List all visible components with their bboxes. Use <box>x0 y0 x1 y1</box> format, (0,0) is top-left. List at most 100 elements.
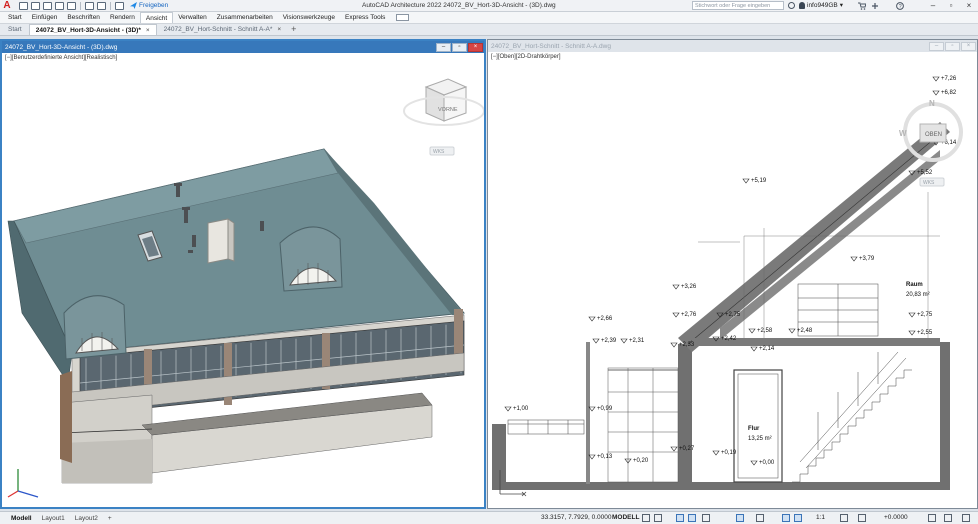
maximize-button[interactable]: ▫ <box>943 0 959 11</box>
level-label: +0,20 <box>633 458 649 464</box>
room-area: 20,83 m² <box>906 292 930 298</box>
level-label: +0,19 <box>721 450 737 456</box>
viewport-close-button[interactable]: × <box>468 42 483 52</box>
level-marker: +0,20 <box>624 458 649 464</box>
compass-north: N <box>929 99 935 108</box>
send-icon <box>130 2 137 9</box>
redo-icon[interactable] <box>97 1 106 10</box>
level-marker: +0,99 <box>588 406 613 412</box>
ribbon-tab[interactable]: Zusammenarbeiten <box>212 12 278 23</box>
staircase <box>792 351 912 483</box>
annotation-icon[interactable] <box>782 514 790 522</box>
autoscale-icon[interactable] <box>794 514 802 522</box>
layout-tab[interactable]: Layout1 <box>37 513 70 524</box>
divider <box>80 1 81 10</box>
fullscreen-icon[interactable] <box>944 514 952 522</box>
viewcube-face-label: OBEN <box>925 132 942 138</box>
ucs-menu[interactable]: WKS <box>923 180 935 186</box>
app-menu-button[interactable]: A <box>1 0 13 12</box>
close-button[interactable]: × <box>961 0 977 11</box>
ribbon-tab[interactable]: Verwalten <box>173 12 212 23</box>
open-file-icon[interactable] <box>31 1 40 10</box>
level-marker: +3,26 <box>672 284 697 290</box>
level-label: +2,39 <box>601 338 617 344</box>
level-marker: +1,00 <box>504 406 529 412</box>
level-label: +0,13 <box>597 454 613 460</box>
viewport-close-button[interactable]: × <box>961 41 976 51</box>
window-title: AutoCAD Architecture 2022 24072_BV_Hort-… <box>362 2 556 9</box>
ribbon-tab[interactable]: Ansicht <box>139 12 174 23</box>
elevation-value[interactable]: +0.0000 <box>884 514 908 521</box>
save-icon[interactable] <box>43 1 52 10</box>
viewport-minimize-button[interactable]: – <box>929 41 944 51</box>
chevron-down-icon: ▾ <box>839 2 843 9</box>
ucs-menu[interactable]: WKS <box>433 149 445 155</box>
building-3d-model[interactable]: VORNE WKS <box>2 53 484 509</box>
help-icon[interactable]: ? <box>896 2 904 10</box>
compass-west: W <box>899 129 907 138</box>
polar-icon[interactable] <box>688 514 696 522</box>
undo-icon[interactable] <box>85 1 94 10</box>
file-tab[interactable]: Start <box>2 24 28 35</box>
ribbon-tab[interactable]: Beschriften <box>62 12 105 23</box>
ribbon-tab[interactable]: Start <box>3 12 27 23</box>
snap-icon[interactable] <box>654 514 662 522</box>
connect-icon[interactable] <box>871 2 879 10</box>
level-label: +0,99 <box>597 406 613 412</box>
layout-tab[interactable]: Layout2 <box>70 513 103 524</box>
level-label: +5,52 <box>917 170 933 176</box>
close-tab-icon[interactable]: × <box>277 24 281 35</box>
close-tab-icon[interactable]: × <box>146 25 150 36</box>
annotation-scale[interactable]: 1:1 <box>816 514 825 521</box>
ribbon-tab[interactable]: Express Tools <box>340 12 390 23</box>
user-name: info949GB <box>807 1 838 9</box>
level-marker: +2,48 <box>788 328 813 334</box>
layout-tab[interactable]: Modell <box>6 513 37 524</box>
plot-icon[interactable] <box>67 1 76 10</box>
ribbon-minimize-button[interactable] <box>396 14 410 21</box>
ribbon-tab[interactable]: Einfügen <box>27 12 63 23</box>
viewport-3d[interactable]: 24072_BV_Hort-3D-Ansicht - (3D).dwg – ▫ … <box>0 39 486 509</box>
osnap-icon[interactable] <box>736 514 744 522</box>
level-label: +2,55 <box>917 330 933 336</box>
level-label: +3,79 <box>859 256 875 262</box>
ribbon-tab[interactable]: Visionswerkzeuge <box>278 12 340 23</box>
viewcube[interactable]: VORNE WKS <box>403 78 484 156</box>
level-label: +2,66 <box>597 316 613 322</box>
level-marker: +7,26 <box>932 76 957 82</box>
new-file-icon[interactable] <box>19 1 28 10</box>
dormer-left <box>63 295 127 360</box>
cart-icon[interactable] <box>858 2 866 10</box>
isodraft-icon[interactable] <box>702 514 710 522</box>
viewport-minimize-button[interactable]: – <box>436 42 451 52</box>
user-account[interactable]: info949GB ▾ <box>799 1 843 9</box>
quick-access-toolbar <box>19 1 124 10</box>
plus-icon[interactable] <box>858 514 866 522</box>
ribbon-tab[interactable]: Rendern <box>105 12 140 23</box>
isolate-icon[interactable] <box>928 514 936 522</box>
viewport-section[interactable]: 24072_BV_Hort-Schnitt - Schnitt A-A.dwg … <box>487 39 978 509</box>
add-layout-button[interactable]: + <box>103 513 117 524</box>
new-tab-button[interactable]: + <box>288 24 299 35</box>
workspace-icon[interactable] <box>115 1 124 10</box>
viewport-restore-button[interactable]: ▫ <box>452 42 467 52</box>
customize-icon[interactable] <box>962 514 970 522</box>
model-space-toggle[interactable]: MODELL <box>612 514 639 521</box>
title-bar: A Freigeben AutoCAD Architecture 2022 24… <box>0 0 978 12</box>
save-as-icon[interactable] <box>55 1 64 10</box>
file-tab-label: 24072_BV_Hort-3D-Ansicht - (3D)* <box>35 26 141 34</box>
user-icon <box>799 1 805 9</box>
gear-icon[interactable] <box>840 514 848 522</box>
section-drawing[interactable]: +7,26+6,82+6,14+5,52+5,19+3,79+3,26+2,66… <box>488 52 977 508</box>
ortho-icon[interactable] <box>676 514 684 522</box>
otrack-icon[interactable] <box>756 514 764 522</box>
minimize-button[interactable]: – <box>925 0 941 11</box>
share-button[interactable]: Freigeben <box>130 2 168 9</box>
level-marker: +2,14 <box>750 346 775 352</box>
file-tab[interactable]: 24072_BV_Hort-3D-Ansicht - (3D)* × <box>28 24 157 36</box>
grid-icon[interactable] <box>642 514 650 522</box>
search-input[interactable]: Stichwort oder Frage eingeben <box>692 1 784 10</box>
file-tab[interactable]: 24072_BV_Hort-Schnitt - Schnitt A-A* × <box>158 24 288 35</box>
viewport-restore-button[interactable]: ▫ <box>945 41 960 51</box>
search-icon[interactable] <box>788 2 795 9</box>
